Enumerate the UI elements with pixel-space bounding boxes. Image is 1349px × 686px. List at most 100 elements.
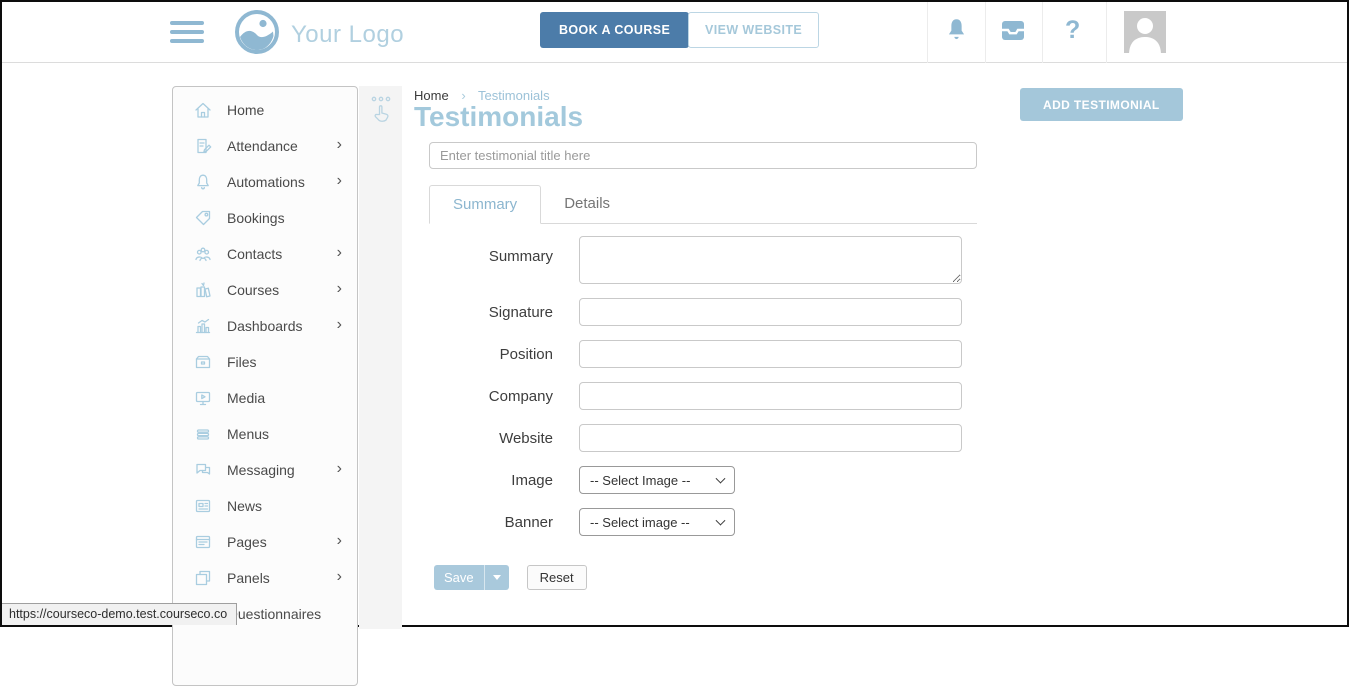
sidebar-item-label: Menus [227,426,269,442]
chevron-right-icon: › [337,173,342,191]
notifications-bell-icon[interactable] [943,17,970,51]
form-row-summary: Summary [429,236,977,284]
company-field[interactable] [579,382,962,410]
sidebar-item-label: Media [227,390,265,406]
reset-button[interactable]: Reset [527,565,587,590]
home-icon [193,100,213,120]
sidebar-item-label: Attendance [227,138,298,154]
sidebar-item-menus[interactable]: Menus [173,416,357,452]
field-label-signature: Signature [429,304,553,321]
contacts-icon [193,244,213,264]
header: Your Logo BOOK A COURSE VIEW WEBSITE ? [2,2,1347,63]
bookings-icon [193,208,213,228]
sidebar-item-pages[interactable]: Pages › [173,524,357,560]
logo-text: Your Logo [291,21,404,49]
inbox-icon[interactable] [998,19,1028,48]
form-row-company: Company [429,382,977,410]
page-title: Testimonials [414,101,583,133]
summary-field[interactable] [579,236,962,284]
courses-icon [193,280,213,300]
caret-down-icon [493,575,501,580]
sidebar-item-label: Home [227,102,264,118]
chevron-right-icon: › [337,245,342,263]
field-label-company: Company [429,388,553,405]
sidebar-item-messaging[interactable]: Messaging › [173,452,357,488]
save-button[interactable]: Save [434,565,509,590]
header-divider [1106,2,1107,63]
form-row-banner: Banner -- Select image -- [429,508,977,536]
header-divider [927,2,928,63]
header-divider [985,2,986,63]
form-row-image: Image -- Select Image -- [429,466,977,494]
chevron-right-icon: › [337,317,342,335]
view-website-button[interactable]: VIEW WEBSITE [688,12,819,48]
position-field[interactable] [579,340,962,368]
field-label-banner: Banner [429,514,553,531]
save-dropdown-toggle[interactable] [484,565,509,590]
attendance-icon [193,136,213,156]
menus-icon [193,424,213,444]
help-icon[interactable]: ? [1065,16,1080,45]
pages-icon [193,532,213,552]
add-testimonial-button[interactable]: ADD TESTIMONIAL [1020,88,1183,121]
sidebar-item-label: Messaging [227,462,295,478]
sidebar-item-news[interactable]: News [173,488,357,524]
header-divider [1042,2,1043,63]
chevron-right-icon: › [337,533,342,551]
tab-details[interactable]: Details [541,185,633,223]
sidebar-item-label: News [227,498,262,514]
news-icon [193,496,213,516]
sidebar-item-label: Pages [227,534,267,550]
form-actions: Save Reset [434,565,587,590]
chevron-right-icon: › [337,281,342,299]
sidebar-item-label: Panels [227,570,270,586]
save-button-label: Save [434,565,484,590]
sidebar-item-attendance[interactable]: Attendance › [173,128,357,164]
sidebar-item-panels[interactable]: Panels › [173,560,357,596]
testimonial-form: Summary Signature Position Company Website Im… [429,236,977,550]
sidebar-item-label: Automations [227,174,305,190]
avatar[interactable] [1124,11,1166,53]
sidebar-item-contacts[interactable]: Contacts › [173,236,357,272]
form-row-signature: Signature [429,298,977,326]
logo-image-icon [233,8,281,61]
automations-icon [193,172,213,192]
tabbar: Summary Details [429,185,977,224]
sidebar-item-label: Files [227,354,257,370]
status-bar-url: https://courseco-demo.test.courseco.co [2,603,237,625]
messaging-icon [193,460,213,480]
sidebar-menu: Home Attendance › Automations › Bookings Conta… [172,86,358,686]
quick-access-hand-icon[interactable] [369,95,393,130]
chevron-right-icon: › [337,461,342,479]
website-field[interactable] [579,424,962,452]
sidebar-item-label: Questionnaires [227,606,321,622]
form-row-website: Website [429,424,977,452]
logo[interactable]: Your Logo [233,8,404,61]
panels-icon [193,568,213,588]
sidebar-item-label: Bookings [227,210,285,226]
book-a-course-button[interactable]: BOOK A COURSE [540,12,689,48]
sidebar-item-courses[interactable]: Courses› [173,272,357,308]
sidebar-item-files[interactable]: Files [173,344,357,380]
testimonial-title-input[interactable] [429,142,977,169]
sidebar-item-label: Contacts [227,246,282,262]
chevron-right-icon: › [337,137,342,155]
media-icon [193,388,213,408]
sidebar-item-dashboards[interactable]: Dashboards› [173,308,357,344]
form-row-position: Position [429,340,977,368]
chevron-right-icon: › [337,569,342,587]
person-icon [1124,11,1166,53]
app-root: { "colors": { "accent_blue": "#a4c7da", … [0,0,1349,627]
banner-select[interactable]: -- Select image -- [579,508,735,536]
sidebar-item-media[interactable]: Media [173,380,357,416]
field-label-summary: Summary [429,236,553,265]
sidebar-item-bookings[interactable]: Bookings [173,200,357,236]
hamburger-menu-icon[interactable] [170,21,204,48]
sidebar-item-automations[interactable]: Automations › [173,164,357,200]
field-label-image: Image [429,472,553,489]
signature-field[interactable] [579,298,962,326]
image-select[interactable]: -- Select Image -- [579,466,735,494]
sidebar-item-home[interactable]: Home [173,92,357,128]
tab-summary[interactable]: Summary [429,185,541,224]
dashboards-icon [193,316,213,336]
